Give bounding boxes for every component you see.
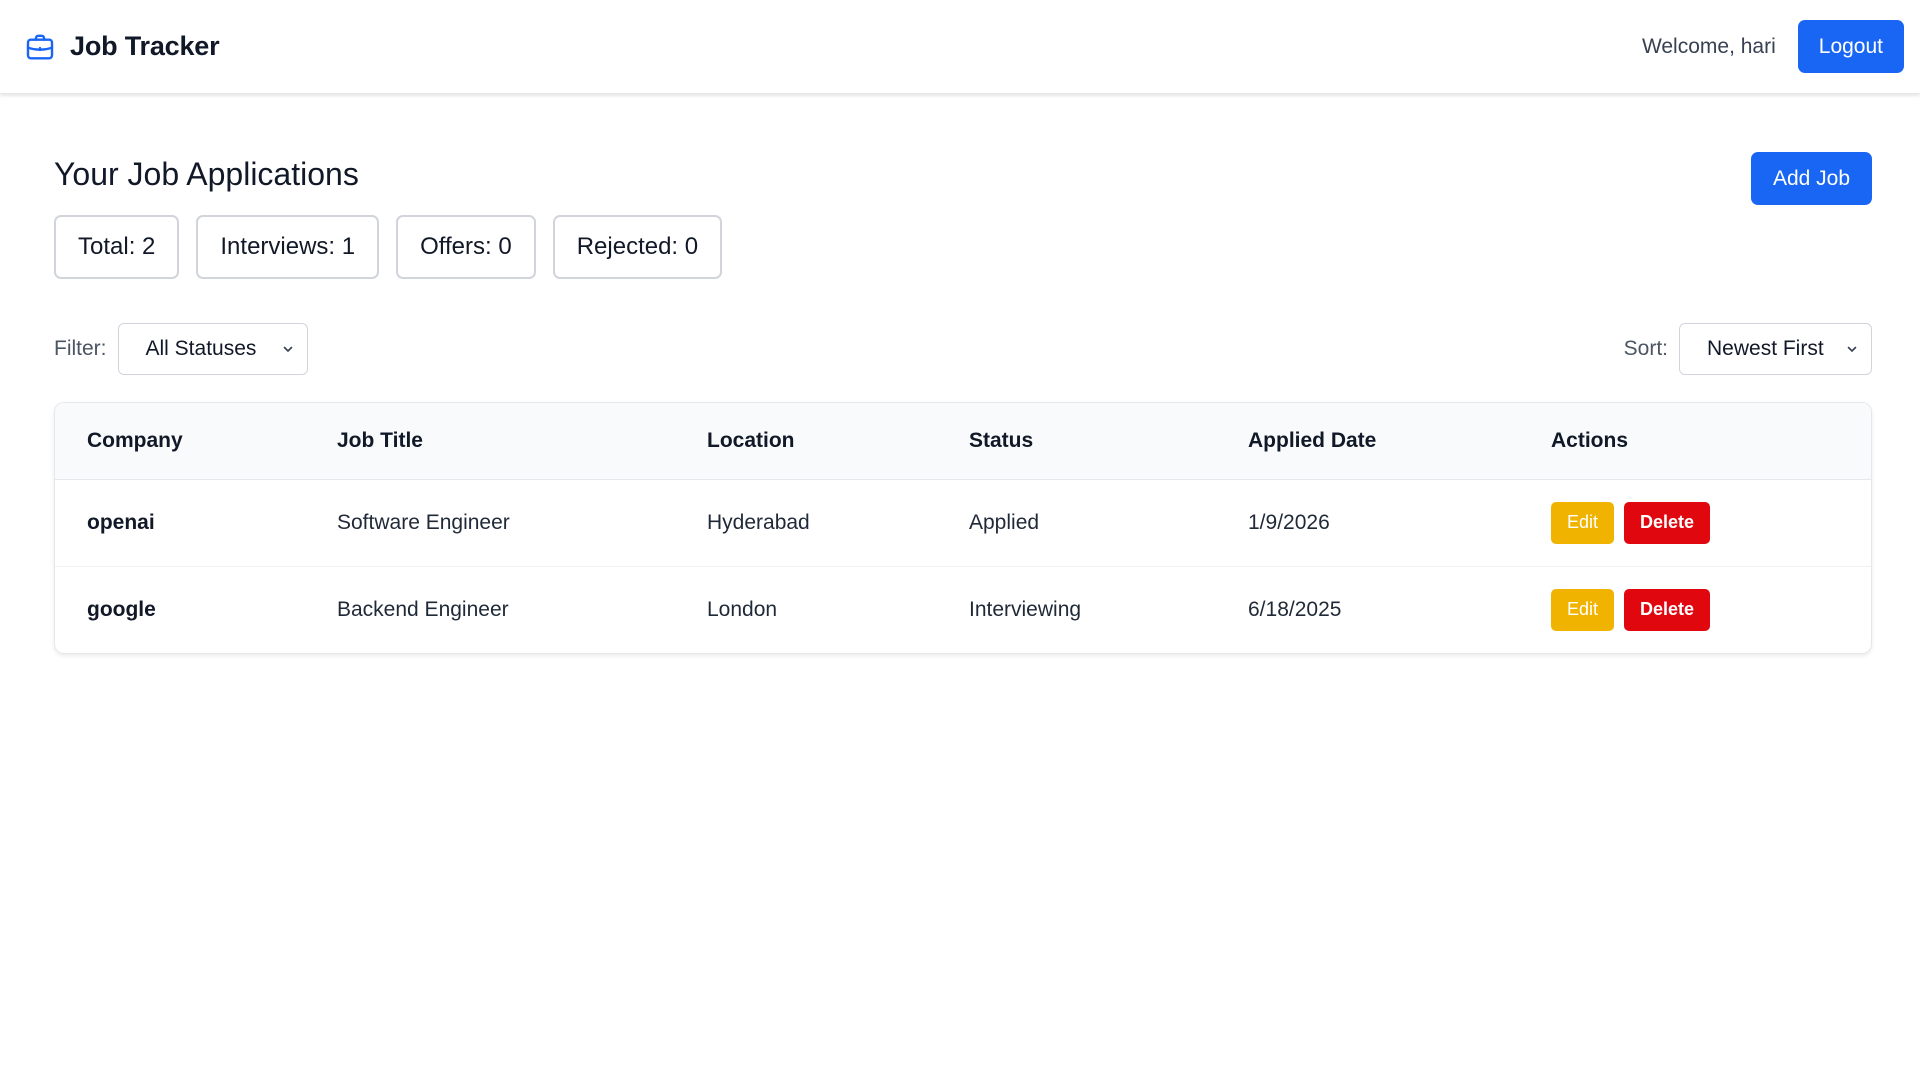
sort-select[interactable]: Newest First — [1679, 323, 1872, 375]
stat-rejected: Rejected: 0 — [552, 215, 723, 279]
job-title-cell: Backend Engineer — [305, 565, 675, 653]
chevron-down-icon — [281, 342, 295, 356]
logout-button[interactable]: Logout — [1797, 20, 1904, 73]
stat-total: Total: 2 — [54, 215, 180, 279]
column-header-job-title: Job Title — [305, 403, 675, 480]
page-title: Your Job Applications — [54, 156, 359, 192]
delete-button[interactable]: Delete — [1624, 501, 1711, 544]
column-header-status: Status — [937, 403, 1216, 480]
stat-interviews: Interviews: 1 — [196, 215, 380, 279]
delete-button[interactable]: Delete — [1624, 588, 1711, 631]
actions-cell: Edit Delete — [1519, 479, 1871, 566]
filter-label: Filter: — [54, 337, 107, 360]
brand[interactable]: Job Tracker — [24, 31, 220, 63]
column-header-location: Location — [675, 403, 937, 480]
company-cell: openai — [87, 510, 155, 534]
applied-date-cell: 6/18/2025 — [1216, 565, 1519, 653]
job-title-cell: Software Engineer — [337, 510, 510, 534]
edit-button[interactable]: Edit — [1551, 501, 1615, 544]
table-row: openai Software Engineer Hyderabad Appli… — [55, 479, 1871, 566]
app-title: Job Tracker — [70, 31, 220, 61]
controls-row: Filter: All Statuses Sort: Newest First — [54, 323, 1872, 375]
sort-label: Sort: — [1623, 337, 1668, 360]
location-cell: London — [675, 565, 937, 653]
location-cell: Hyderabad — [707, 510, 810, 534]
filter-value: All Statuses — [145, 337, 257, 360]
chevron-down-icon — [1845, 342, 1859, 356]
add-job-button[interactable]: Add Job — [1750, 152, 1872, 205]
main-content: Your Job Applications Add Job Total: 2 I… — [0, 94, 1920, 654]
welcome-text: Welcome, hari — [1641, 34, 1776, 58]
status-filter-select[interactable]: All Statuses — [117, 323, 308, 375]
actions-cell: Edit Delete — [1519, 565, 1871, 653]
top-navbar: Job Tracker Welcome, hari Logout — [0, 0, 1920, 94]
applications-table: Company Job Title Location Status Applie… — [54, 402, 1872, 654]
status-cell: Applied — [969, 510, 1040, 534]
briefcase-icon — [24, 31, 56, 63]
column-header-actions: Actions — [1519, 403, 1871, 480]
status-cell: Interviewing — [937, 565, 1216, 653]
column-header-company: Company — [55, 403, 305, 480]
applied-date-cell: 1/9/2026 — [1248, 510, 1330, 534]
sort-value: Newest First — [1707, 337, 1824, 360]
table-header-row: Company Job Title Location Status Applie… — [55, 403, 1871, 480]
column-header-applied-date: Applied Date — [1216, 403, 1519, 480]
stats-row: Total: 2 Interviews: 1 Offers: 0 Rejecte… — [54, 215, 1872, 279]
table-row: google Backend Engineer London Interview… — [55, 565, 1871, 653]
stat-offers: Offers: 0 — [396, 215, 536, 279]
edit-button[interactable]: Edit — [1551, 588, 1615, 631]
company-cell: google — [55, 565, 305, 653]
